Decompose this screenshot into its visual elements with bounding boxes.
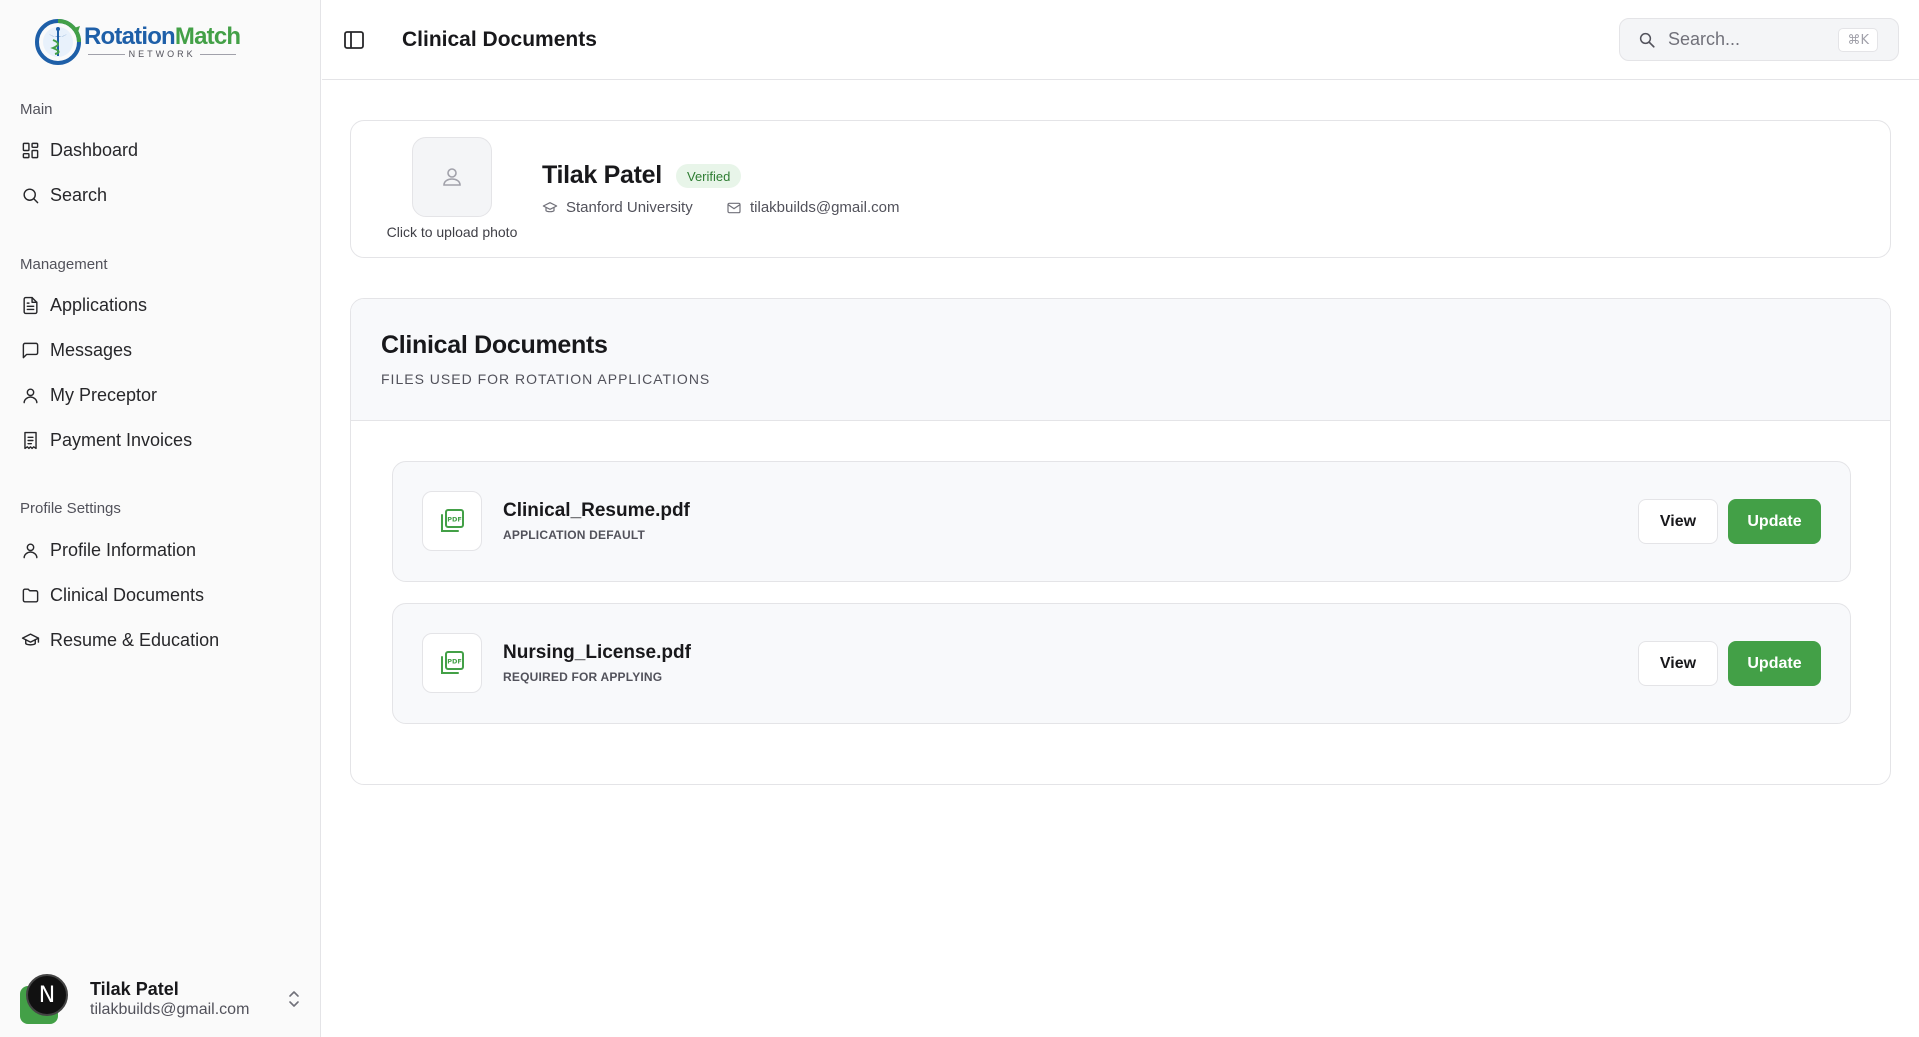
document-tag: APPLICATION DEFAULT <box>503 528 646 542</box>
document-row: PDF Clinical_Resume.pdf APPLICATION DEFA… <box>392 461 1851 582</box>
document-name: Nursing_License.pdf <box>503 642 691 663</box>
svg-text:PDF: PDF <box>447 516 462 524</box>
view-document-button[interactable]: View <box>1638 641 1718 686</box>
document-row: PDF Nursing_License.pdf REQUIRED FOR APP… <box>392 603 1851 724</box>
documents-title: Clinical Documents <box>381 331 608 359</box>
profile-name: Tilak Patel <box>542 161 662 189</box>
user-placeholder-icon <box>443 168 461 186</box>
profile-school: Stanford University <box>542 199 693 216</box>
pdf-file-icon: PDF <box>422 491 482 551</box>
user-menu[interactable]: N Tilak Patel tilakbuilds@gmail.com <box>20 960 302 1024</box>
search-bar[interactable]: ⌘K <box>1619 18 1899 61</box>
user-email: tilakbuilds@gmail.com <box>90 1001 250 1019</box>
search-icon <box>20 185 40 205</box>
sidebar-item-payment-invoices[interactable]: Payment Invoices <box>12 420 309 460</box>
sidebar-item-label: Clinical Documents <box>50 584 205 605</box>
user-icon <box>20 540 40 560</box>
search-input[interactable] <box>1668 29 1828 50</box>
search-shortcut-badge: ⌘K <box>1838 28 1878 52</box>
sidebar-item-applications[interactable]: Applications <box>12 285 309 325</box>
verified-badge: Verified <box>676 164 742 188</box>
sidebar-item-dashboard[interactable]: Dashboard <box>12 130 309 170</box>
brand-name-part2: Match <box>174 23 241 50</box>
sidebar-item-label: My Preceptor <box>50 384 158 405</box>
nav-group-profile-settings-label: Profile Settings <box>20 500 121 517</box>
view-document-button[interactable]: View <box>1638 499 1718 544</box>
update-document-button[interactable]: Update <box>1728 499 1821 544</box>
file-text-icon <box>20 295 40 315</box>
sidebar-item-clinical-documents[interactable]: Clinical Documents <box>12 575 309 615</box>
svg-text:PDF: PDF <box>447 658 462 666</box>
sidebar-item-label: Search <box>50 184 108 205</box>
search-icon <box>1639 32 1655 48</box>
clinical-documents-card: Clinical Documents FILES USED FOR ROTATI… <box>350 298 1891 785</box>
avatar: N <box>20 968 68 1024</box>
profile-email-text: tilakbuilds@gmail.com <box>750 199 900 216</box>
sidebar-item-label: Payment Invoices <box>50 429 193 450</box>
photo-upload-button[interactable] <box>412 137 492 217</box>
brand-name-part1: Rotation <box>84 23 176 50</box>
sidebar-item-profile-information[interactable]: Profile Information <box>12 530 309 570</box>
brand-logo[interactable]: RotationMatch NETWORK <box>34 18 241 66</box>
profile-card: Click to upload photo Tilak Patel Verifi… <box>350 120 1891 258</box>
sidebar-item-my-preceptor[interactable]: My Preceptor <box>12 375 309 415</box>
sidebar-item-messages[interactable]: Messages <box>12 330 309 370</box>
chevrons-up-down-icon[interactable] <box>286 988 302 1010</box>
profile-school-text: Stanford University <box>566 199 693 216</box>
documents-subtitle: FILES USED FOR ROTATION APPLICATIONS <box>381 371 711 387</box>
receipt-icon <box>20 430 40 450</box>
user-name: Tilak Patel <box>90 978 179 999</box>
sidebar: RotationMatch NETWORK Main Dashboard Sea… <box>0 0 321 1037</box>
message-square-icon <box>20 340 40 360</box>
graduation-cap-icon <box>20 630 40 650</box>
pdf-file-icon: PDF <box>422 633 482 693</box>
sidebar-item-label: Resume & Education <box>50 629 220 650</box>
sidebar-item-label: Profile Information <box>50 539 197 560</box>
user-icon <box>20 385 40 405</box>
photo-upload-caption[interactable]: Click to upload photo <box>381 224 523 240</box>
update-document-button[interactable]: Update <box>1728 641 1821 686</box>
nav-group-main-label: Main <box>20 101 53 118</box>
sidebar-item-label: Applications <box>50 294 148 315</box>
sidebar-item-label: Messages <box>50 339 133 360</box>
nav-group-management-label: Management <box>20 256 108 273</box>
page-title: Clinical Documents <box>402 28 597 51</box>
profile-email: tilakbuilds@gmail.com <box>726 199 899 216</box>
graduation-cap-icon <box>542 201 558 212</box>
document-name: Clinical_Resume.pdf <box>503 500 690 521</box>
folder-icon <box>20 585 40 605</box>
layout-grid-icon <box>20 140 40 160</box>
document-tag: REQUIRED FOR APPLYING <box>503 670 663 684</box>
caduceus-logo-icon <box>35 19 81 65</box>
sidebar-item-label: Dashboard <box>50 139 139 160</box>
documents-card-header: Clinical Documents FILES USED FOR ROTATI… <box>351 299 1890 421</box>
sidebar-toggle-icon[interactable] <box>342 28 366 52</box>
avatar-letter: N <box>26 974 68 1016</box>
sidebar-item-search[interactable]: Search <box>12 175 309 215</box>
sidebar-item-resume-education[interactable]: Resume & Education <box>12 620 309 660</box>
mail-icon <box>727 202 741 213</box>
brand-tagline: NETWORK <box>84 50 240 59</box>
top-header: Clinical Documents ⌘K <box>322 0 1919 80</box>
